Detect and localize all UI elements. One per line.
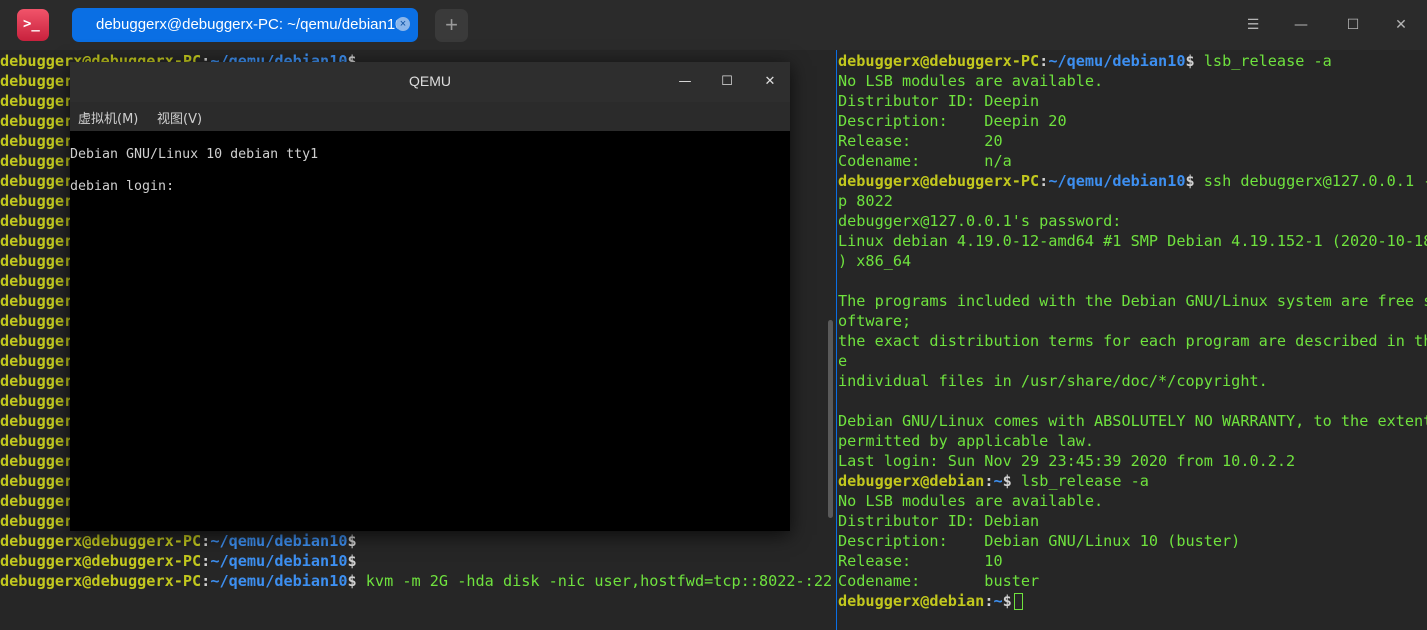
- prompt-user: debuggerx@debian: [838, 592, 985, 610]
- prompt-user: debuggerx@debian: [838, 472, 985, 490]
- qemu-minimize-button[interactable]: —: [673, 70, 697, 94]
- output-line: Description: Deepin 20: [838, 112, 1067, 130]
- output-line: No LSB modules are available.: [838, 72, 1104, 90]
- close-button[interactable]: ✕: [1389, 13, 1413, 37]
- command-text: lsb_release -a: [1194, 52, 1332, 70]
- prompt-line: debuggerx@debian:~$: [838, 591, 1023, 611]
- prompt-char: $: [1185, 172, 1195, 190]
- qemu-maximize-button[interactable]: ☐: [715, 70, 739, 94]
- output-line: Codename: n/a: [838, 152, 1012, 170]
- tab-label: debuggerx@debuggerx-PC: ~/qemu/debian10: [96, 16, 404, 33]
- prompt-path: ~/qemu/debian10: [1048, 172, 1186, 190]
- prompt-line: debuggerx@debuggerx-PC:~/qemu/debian10$ …: [0, 571, 832, 591]
- output-line: individual files in /usr/share/doc/*/cop…: [838, 372, 1268, 390]
- prompt-path: ~/qemu/debian10: [210, 552, 348, 570]
- prompt-separator: :: [201, 532, 211, 550]
- prompt-separator: :: [1039, 172, 1049, 190]
- vm-login-prompt: debian login:: [70, 179, 175, 194]
- prompt-user: debuggerx@debuggerx-PC: [0, 532, 202, 550]
- output-line: ) x86_64: [838, 252, 912, 270]
- output-line: oftware;: [838, 312, 912, 330]
- prompt-path: ~: [993, 592, 1003, 610]
- qemu-vm-screen[interactable]: Debian GNU/Linux 10 debian tty1 debian l…: [70, 131, 790, 531]
- prompt-user: debuggerx@debuggerx-PC: [838, 172, 1040, 190]
- prompt-path: ~: [993, 472, 1003, 490]
- output-line: The programs included with the Debian GN…: [838, 292, 1427, 310]
- prompt-char: $: [347, 552, 357, 570]
- prompt-command: kvm -m 2G -hda disk -nic user,hostfwd=tc…: [356, 572, 833, 590]
- qemu-window[interactable]: QEMU — ☐ ✕ 虚拟机(M) 视图(V) Debian GNU/Linux…: [70, 62, 790, 531]
- vm-console-line: Debian GNU/Linux 10 debian tty1: [70, 147, 319, 162]
- prompt-separator: :: [1039, 52, 1049, 70]
- prompt-user: debuggerx@debuggerx-PC: [0, 552, 202, 570]
- tab-close-icon[interactable]: ×: [396, 17, 410, 31]
- output-line: p 8022: [838, 192, 893, 210]
- prompt-char: $: [1002, 592, 1012, 610]
- output-line: Description: Debian GNU/Linux 10 (buster…: [838, 532, 1241, 550]
- output-line: Release: 10: [838, 552, 1003, 570]
- output-line: e: [838, 352, 848, 370]
- terminal-app-icon[interactable]: >_: [17, 9, 49, 41]
- output-line: No LSB modules are available.: [838, 492, 1104, 510]
- qemu-close-button[interactable]: ✕: [758, 70, 782, 94]
- tab-terminal[interactable]: debuggerx@debuggerx-PC: ~/qemu/debian10 …: [72, 8, 418, 42]
- right-terminal-pane[interactable]: debuggerx@debuggerx-PC:~/qemu/debian10$ …: [837, 50, 1427, 630]
- output-line: Distributor ID: Deepin: [838, 92, 1040, 110]
- prompt-user: debuggerx@debuggerx-PC: [838, 52, 1040, 70]
- prompt-line: debuggerx@debuggerx-PC:~/qemu/debian10$: [0, 531, 357, 551]
- command-text: ssh debuggerx@127.0.0.1 -: [1194, 172, 1427, 190]
- prompt-line: debuggerx@debuggerx-PC:~/qemu/debian10$: [0, 551, 357, 571]
- left-pane-scrollbar[interactable]: [828, 320, 833, 518]
- menu-item-view[interactable]: 视图(V): [157, 108, 202, 127]
- prompt-char: $: [347, 532, 357, 550]
- output-line: permitted by applicable law.: [838, 432, 1095, 450]
- prompt-path: ~/qemu/debian10: [210, 532, 348, 550]
- prompt-line: debuggerx@debuggerx-PC:~/qemu/debian10$ …: [838, 51, 1332, 71]
- prompt-char: $: [1185, 52, 1195, 70]
- prompt-path: ~/qemu/debian10: [210, 572, 348, 590]
- maximize-button[interactable]: ☐: [1341, 13, 1365, 37]
- prompt-separator: :: [201, 572, 211, 590]
- prompt-user: debuggerx@debuggerx-PC: [0, 572, 202, 590]
- prompt-path: ~/qemu/debian10: [1048, 52, 1186, 70]
- minimize-button[interactable]: —: [1289, 13, 1313, 37]
- output-line: Last login: Sun Nov 29 23:45:39 2020 fro…: [838, 452, 1296, 470]
- prompt-char: $: [1002, 472, 1012, 490]
- text-cursor: [1013, 593, 1023, 610]
- prompt-line: debuggerx@debian:~$ lsb_release -a: [838, 471, 1149, 491]
- output-line: the exact distribution terms for each pr…: [838, 332, 1427, 350]
- command-text: lsb_release -a: [1011, 472, 1149, 490]
- output-line: Distributor ID: Debian: [838, 512, 1040, 530]
- prompt-line: debuggerx@debuggerx-PC:~/qemu/debian10$ …: [838, 171, 1427, 191]
- qemu-menu-bar: 虚拟机(M) 视图(V): [70, 102, 790, 131]
- output-line: Linux debian 4.19.0-12-amd64 #1 SMP Debi…: [838, 232, 1427, 250]
- add-tab-button[interactable]: +: [435, 9, 468, 42]
- prompt-char: $: [347, 572, 357, 590]
- menu-icon[interactable]: ☰: [1241, 13, 1265, 37]
- output-line: debuggerx@127.0.0.1's password:: [838, 212, 1122, 230]
- output-line: Release: 20: [838, 132, 1003, 150]
- qemu-title-bar[interactable]: QEMU — ☐ ✕: [70, 62, 790, 102]
- output-line: Codename: buster: [838, 572, 1040, 590]
- menu-item-machine[interactable]: 虚拟机(M): [78, 108, 138, 127]
- title-bar: >_ debuggerx@debuggerx-PC: ~/qemu/debian…: [0, 0, 1427, 50]
- output-line: Debian GNU/Linux comes with ABSOLUTELY N…: [838, 412, 1427, 430]
- prompt-separator: :: [201, 552, 211, 570]
